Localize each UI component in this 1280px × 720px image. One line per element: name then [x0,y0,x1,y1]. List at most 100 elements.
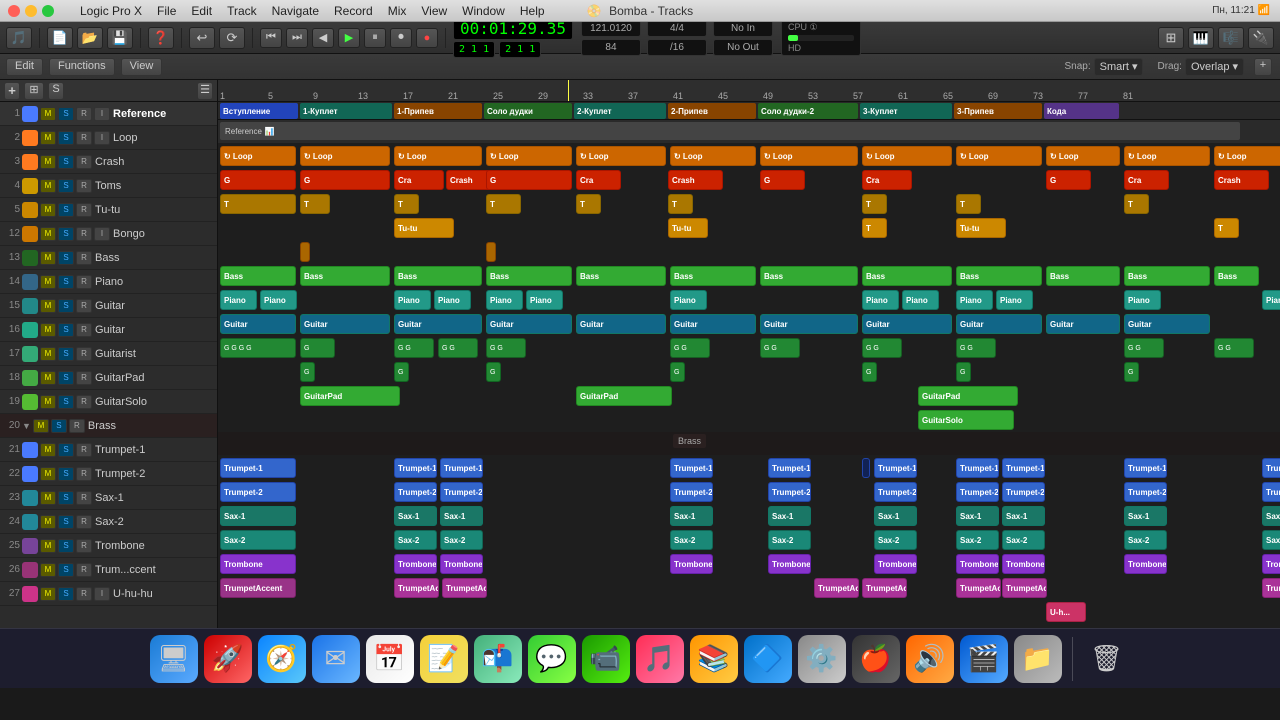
solo-12[interactable]: S [58,227,74,241]
loop-region-1[interactable]: ↻ Loop [220,146,296,166]
piano-roll-button[interactable]: 🎹 [1188,27,1214,49]
solo-18[interactable]: S [58,371,74,385]
trumpetaccent-region-7[interactable]: TrumpetAccent [1002,578,1047,598]
guitar-midi-region-10[interactable]: G G [1124,338,1164,358]
record-button[interactable]: ● [416,28,438,48]
guitar-region-1[interactable]: Guitar [220,314,296,334]
rec-3[interactable]: R [76,155,92,169]
toms-region-2[interactable]: T [300,194,330,214]
input-12[interactable]: I [94,227,110,241]
sax2-region-3[interactable]: Sax-2 [440,530,483,550]
rec-25[interactable]: R [76,539,92,553]
bongo-region-2[interactable] [486,242,496,262]
rec-15[interactable]: R [76,299,92,313]
logic-logo[interactable]: 🎵 [6,27,32,49]
sax2-region-5[interactable]: Sax-2 [768,530,811,550]
loop-region-8[interactable]: ↻ Loop [862,146,952,166]
rec-13[interactable]: R [76,251,92,265]
trombone-region-6[interactable]: Trombone [874,554,917,574]
edit-button[interactable]: Edit [6,58,43,76]
piano-region-1[interactable]: Piano [220,290,257,310]
crash-region-5[interactable]: G [486,170,572,190]
sax1-region-7[interactable]: Sax-1 [956,506,999,526]
back-button[interactable]: ◀ [312,28,334,48]
loop-region-11[interactable]: ↻ Loop [1124,146,1210,166]
guitar-region-9[interactable]: Guitar [956,314,1042,334]
dock-messages[interactable]: 💬 [528,635,576,683]
rec-12[interactable]: R [76,227,92,241]
trumpet2-region-7[interactable]: Trumpet-2 [956,482,999,502]
menu-window[interactable]: Window [462,4,505,18]
menu-view[interactable]: View [421,4,447,18]
track-row-13[interactable]: 13 M S R Bass [0,246,217,270]
guitarpad-region-2[interactable]: GuitarPad [576,386,672,406]
solo-all[interactable]: S [48,82,64,100]
guitarist-region-2[interactable]: G [394,362,409,382]
trumpet1-region-2[interactable]: Trumpet-1 [394,458,437,478]
guitarpad-region-1[interactable]: GuitarPad [300,386,400,406]
crash-region-7[interactable]: Crash [668,170,723,190]
solo-20[interactable]: S [51,419,67,433]
dock-facetime[interactable]: 📹 [582,635,630,683]
toms-region-9[interactable]: T [1124,194,1149,214]
crash-region-1[interactable]: G [220,170,296,190]
tutu-region-1[interactable]: Tu-tu [394,218,454,238]
dock-finder[interactable]: 🖥 [150,635,198,683]
menu-navigate[interactable]: Navigate [272,4,319,18]
mute-18[interactable]: M [40,371,56,385]
track-row-23[interactable]: 23 M S R Sax-1 [0,486,217,510]
solo-2[interactable]: S [58,131,74,145]
trumpet1-region-9[interactable]: Trumpet-1 [1002,458,1045,478]
guitar-region-5[interactable]: Guitar [576,314,666,334]
mute-16[interactable]: M [40,323,56,337]
guitar-midi-region-8[interactable]: G G [862,338,902,358]
crash-region-8[interactable]: G [760,170,805,190]
track-row-14[interactable]: 14 M S R Piano [0,270,217,294]
trumpet1-region-10[interactable]: Trumpet-1 [1124,458,1167,478]
rec-19[interactable]: R [76,395,92,409]
mute-3[interactable]: M [40,155,56,169]
solo-13[interactable]: S [58,251,74,265]
track-row-3[interactable]: 3 M S R Crash [0,150,217,174]
mute-26[interactable]: M [40,563,56,577]
undo-button[interactable]: ↩ [189,27,215,49]
dock-app2[interactable]: 📬 [474,635,522,683]
crash-region-9[interactable]: Cra [862,170,912,190]
folder-arrow-20[interactable]: ▼ [20,421,33,431]
guitar-midi-region-6[interactable]: G G [670,338,710,358]
toms-region-8[interactable]: T [956,194,981,214]
sax2-region-1[interactable]: Sax-2 [220,530,296,550]
play-button[interactable]: ▶ [338,28,360,48]
crash-region-12[interactable]: Crash [1214,170,1269,190]
rec-2[interactable]: R [76,131,92,145]
piano-region-6[interactable]: Piano [526,290,563,310]
crash-region-11[interactable]: Cra [1124,170,1169,190]
bongo-region-1[interactable] [300,242,310,262]
track-row-4[interactable]: 4 M S R Toms [0,174,217,198]
bass-region-5[interactable]: Bass [576,266,666,286]
trombone-region-8[interactable]: Trombone [1002,554,1045,574]
loop-region-9[interactable]: ↻ Loop [956,146,1042,166]
rec-5[interactable]: R [76,203,92,217]
track-row-5[interactable]: 5 M S R Tu-tu [0,198,217,222]
save-button[interactable]: 💾 [107,27,133,49]
guitarist-region-4[interactable]: G [670,362,685,382]
minimize-button[interactable] [25,5,37,17]
track-row-16[interactable]: 16 M S R Guitar [0,318,217,342]
tutu-region-5[interactable]: T [1214,218,1239,238]
rec-26[interactable]: R [76,563,92,577]
trumpet1-region-8[interactable]: Trumpet-1 [956,458,999,478]
sax1-region-3[interactable]: Sax-1 [440,506,483,526]
mute-4[interactable]: M [40,179,56,193]
trumpetaccent-region-8[interactable]: TrumpetAccent [1262,578,1280,598]
reference-region[interactable]: Reference 📊 [220,122,1240,140]
rec-23[interactable]: R [76,491,92,505]
toms-region-7[interactable]: T [862,194,887,214]
stop-button[interactable]: ⏺ [390,28,412,48]
mute-17[interactable]: M [40,347,56,361]
guitarsolo-region-1[interactable]: GuitarSolo [918,410,1014,430]
trumpetaccent-region-2[interactable]: TrumpetAccer [394,578,439,598]
trombone-region-5[interactable]: Trombone [768,554,811,574]
mute-27[interactable]: M [40,587,56,601]
solo-26[interactable]: S [58,563,74,577]
